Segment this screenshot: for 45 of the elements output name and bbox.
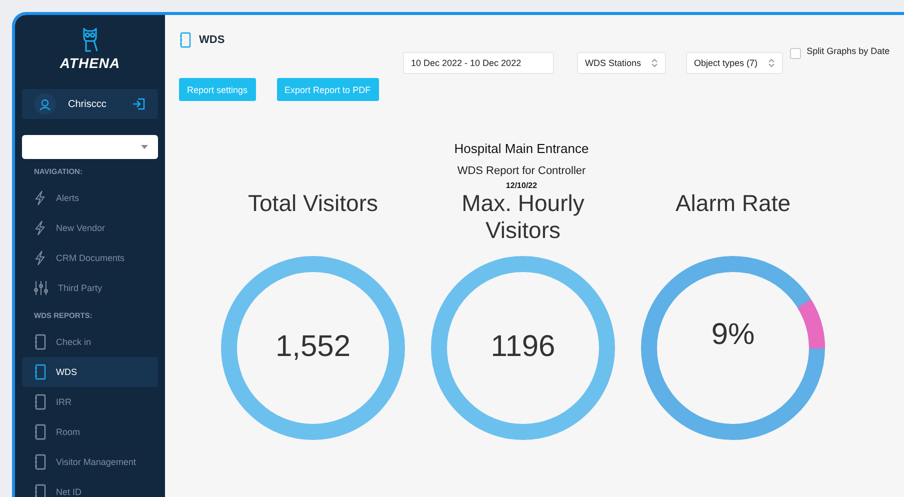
report-date: 12/10/22 [506, 181, 538, 190]
nav-item[interactable]: Room [22, 417, 158, 447]
split-graphs-checkbox[interactable] [790, 48, 801, 59]
nav-item[interactable]: Visitor Management [22, 447, 158, 477]
lightning-icon [34, 190, 46, 206]
gauge-value: 1196 [490, 330, 556, 364]
nav-item[interactable]: WDS [22, 357, 158, 387]
stations-select[interactable]: WDS Stations [577, 52, 666, 74]
site-dropdown[interactable] [22, 135, 158, 159]
nav-item[interactable]: Net ID [22, 477, 158, 497]
notebook-icon [34, 424, 46, 440]
checkbox-label: Split Graphs by Date [806, 46, 890, 56]
logout-icon[interactable] [132, 97, 146, 111]
lightning-icon [34, 220, 46, 236]
report-location: Hospital Main Entrance [454, 141, 589, 156]
sliders-icon [34, 280, 48, 296]
report-subtitle: WDS Report for Controller [457, 165, 586, 177]
nav-item[interactable]: Check in [22, 327, 158, 357]
nav-item[interactable]: CRM Documents [22, 243, 158, 273]
notebook-icon [179, 32, 191, 48]
sort-caret-icon [651, 58, 658, 68]
sort-caret-icon [768, 58, 775, 68]
notebook-icon [34, 484, 46, 497]
notebook-icon [34, 394, 46, 410]
notebook-icon [34, 454, 46, 470]
brand-name: ATHENA [60, 55, 120, 71]
page-title: WDS [199, 34, 225, 46]
owl-logo-icon [81, 27, 99, 53]
gauge-value: 1,552 [274, 330, 352, 364]
nav-item[interactable]: Alerts [22, 183, 158, 213]
object-types-select[interactable]: Object types (7) [686, 52, 783, 74]
avatar-icon [34, 93, 56, 115]
date-range-field[interactable]: 10 Dec 2022 - 10 Dec 2022 [403, 52, 554, 74]
gauge-title: Total Visitors [247, 190, 379, 218]
notebook-icon [34, 334, 46, 350]
gauge-title: Alarm Rate [674, 190, 792, 218]
nav-item[interactable]: New Vendor [22, 213, 158, 243]
lightning-icon [34, 250, 46, 266]
nav-item[interactable]: Third Party [22, 273, 158, 303]
gauge-value: 9% [710, 318, 756, 352]
gauge-title: Max. Hourly Visitors [460, 190, 586, 244]
notebook-icon [34, 364, 46, 380]
caret-icon [141, 145, 148, 149]
user-name: Chrisccc [68, 98, 108, 110]
nav-item[interactable]: IRR [22, 387, 158, 417]
